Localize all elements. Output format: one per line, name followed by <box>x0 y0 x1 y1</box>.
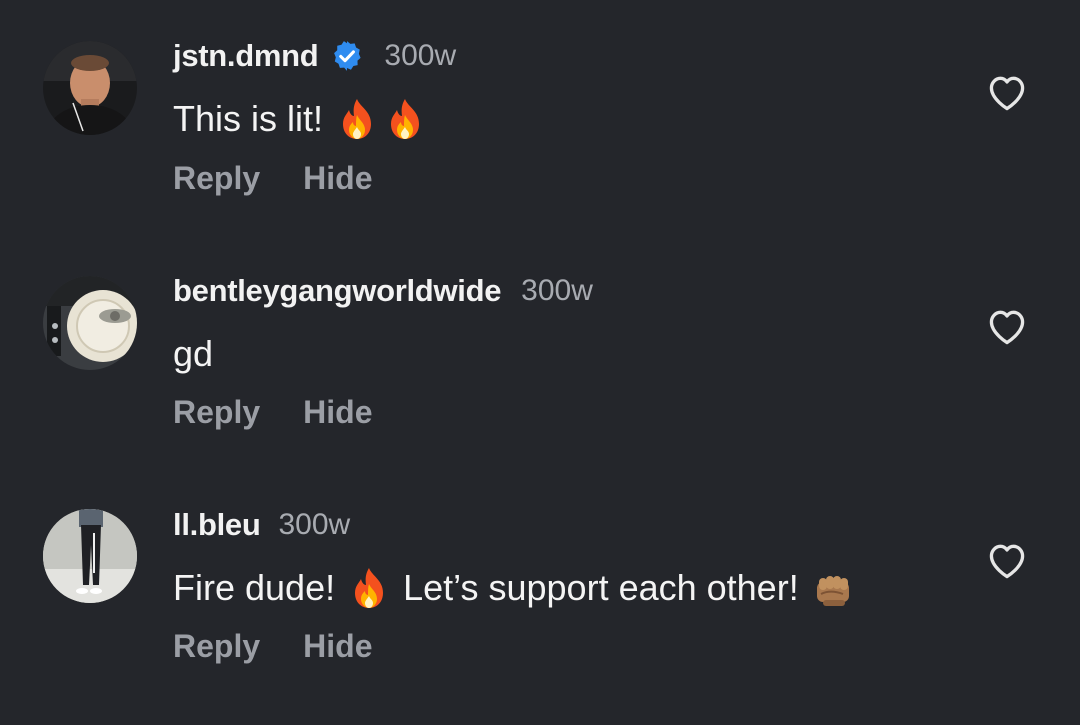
comment-username[interactable]: bentleygangworldwide <box>173 273 501 309</box>
reply-button[interactable]: Reply <box>173 160 260 197</box>
avatar[interactable] <box>43 41 137 135</box>
verified-badge-icon <box>330 39 364 73</box>
avatar-image <box>43 41 137 135</box>
comment-text: This is lit! <box>173 98 324 139</box>
comment-text-continued: Let’s support each other! <box>403 567 799 608</box>
comment-item: bentleygangworldwide 300w gd Reply Hide <box>0 234 1080 434</box>
hide-button[interactable]: Hide <box>303 628 372 665</box>
fire-emoji <box>385 97 425 141</box>
heart-outline-icon[interactable] <box>985 71 1029 115</box>
comment-text: Fire dude! <box>173 567 336 608</box>
comment-timestamp: 300w <box>521 274 593 307</box>
comment-timestamp: 300w <box>384 39 457 72</box>
fist-bump-emoji <box>813 566 853 610</box>
hide-button[interactable]: Hide <box>303 394 372 431</box>
comment-username[interactable]: jstn.dmnd <box>173 38 319 74</box>
comment-timestamp: 300w <box>278 508 351 541</box>
avatar-image <box>43 509 137 603</box>
comment-username[interactable]: ll.bleu <box>173 507 261 543</box>
comment-item: ll.bleu 300w Fire dude! Let’s support ea… <box>0 468 1080 668</box>
avatar[interactable] <box>43 509 137 603</box>
avatar[interactable] <box>43 276 137 370</box>
avatar-image <box>43 276 137 370</box>
comment-text: gd <box>173 333 214 374</box>
comment-item: jstn.dmnd 300w This is lit! Reply Hide <box>0 0 1080 200</box>
reply-button[interactable]: Reply <box>173 628 260 665</box>
fire-emoji <box>349 566 389 610</box>
hide-button[interactable]: Hide <box>303 160 372 197</box>
fire-emoji <box>337 97 377 141</box>
reply-button[interactable]: Reply <box>173 394 260 431</box>
heart-outline-icon[interactable] <box>985 305 1029 349</box>
heart-outline-icon[interactable] <box>985 539 1029 583</box>
